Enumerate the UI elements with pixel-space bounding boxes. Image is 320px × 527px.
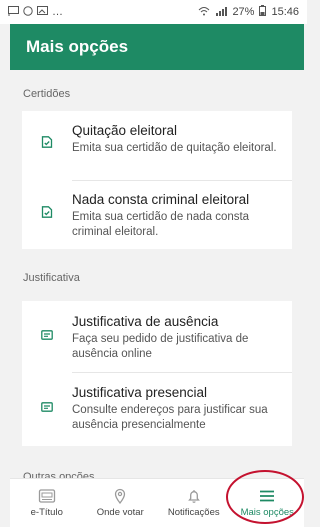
message-icon [22, 384, 72, 446]
tab-e-titulo[interactable]: e-Título [10, 479, 84, 527]
section-title-outras-opcoes: Outras opções [23, 471, 95, 478]
tab-label: e-Título [30, 507, 63, 518]
status-bar: … 27% 15:46 [0, 0, 307, 24]
option-title: Nada consta criminal eleitoral [72, 192, 250, 207]
hamburger-menu-icon [260, 490, 275, 502]
wifi-icon [198, 6, 210, 19]
tab-onde-votar[interactable]: Onde votar [84, 479, 158, 527]
option-title: Justificativa presencial [72, 385, 208, 400]
tab-label: Mais opções [240, 507, 294, 518]
more-notifications-indicator: … [52, 6, 63, 18]
option-description: Consulte endereços para justificar sua a… [72, 404, 268, 431]
page-title: Mais opções [26, 37, 129, 56]
location-pin-icon [115, 488, 126, 504]
certidoes-card: Quitação eleitoral Emita sua certidão de… [22, 111, 292, 249]
signal-icon [215, 6, 228, 19]
section-title-certidoes: Certidões [23, 88, 71, 100]
option-description: Faça seu pedido de justificativa de ausê… [72, 333, 249, 360]
justificativa-card: Justificativa de ausência Faça seu pedid… [22, 301, 292, 446]
tab-notificacoes[interactable]: Notificações [157, 479, 231, 527]
document-check-icon [22, 191, 72, 249]
option-description: Emita sua certidão de nada consta crimin… [72, 211, 250, 238]
option-nada-consta-criminal[interactable]: Nada consta criminal eleitoral Emita sua… [22, 181, 292, 249]
id-card-icon [38, 489, 55, 503]
option-justificativa-ausencia[interactable]: Justificativa de ausência Faça seu pedid… [22, 301, 292, 372]
whatsapp-icon [23, 5, 33, 19]
message-icon [22, 313, 72, 372]
document-check-icon [22, 122, 72, 180]
section-title-justificativa: Justificativa [23, 272, 80, 284]
option-title: Quitação eleitoral [72, 123, 178, 138]
battery-icon [259, 5, 267, 19]
battery-percent: 27% [232, 6, 255, 18]
image-icon [37, 6, 48, 18]
tab-label: Onde votar [96, 507, 144, 518]
clock: 15:46 [271, 6, 299, 18]
option-justificativa-presencial[interactable]: Justificativa presencial Consulte endere… [22, 373, 292, 446]
cast-icon [8, 5, 19, 19]
option-description: Emita sua certidão de quitação eleitoral… [72, 142, 277, 154]
bell-icon [187, 490, 200, 503]
tab-mais-opcoes[interactable]: Mais opções [231, 479, 305, 527]
tab-label: Notificações [167, 507, 220, 518]
option-quitacao-eleitoral[interactable]: Quitação eleitoral Emita sua certidão de… [22, 111, 292, 180]
option-title: Justificativa de ausência [72, 314, 219, 329]
app-bar: Mais opções [10, 24, 304, 70]
options-list[interactable]: Certidões Quitação eleitoral Emita sua c… [10, 70, 304, 478]
bottom-navigation: e-Título Onde votar Notificações Mais op… [10, 478, 304, 527]
